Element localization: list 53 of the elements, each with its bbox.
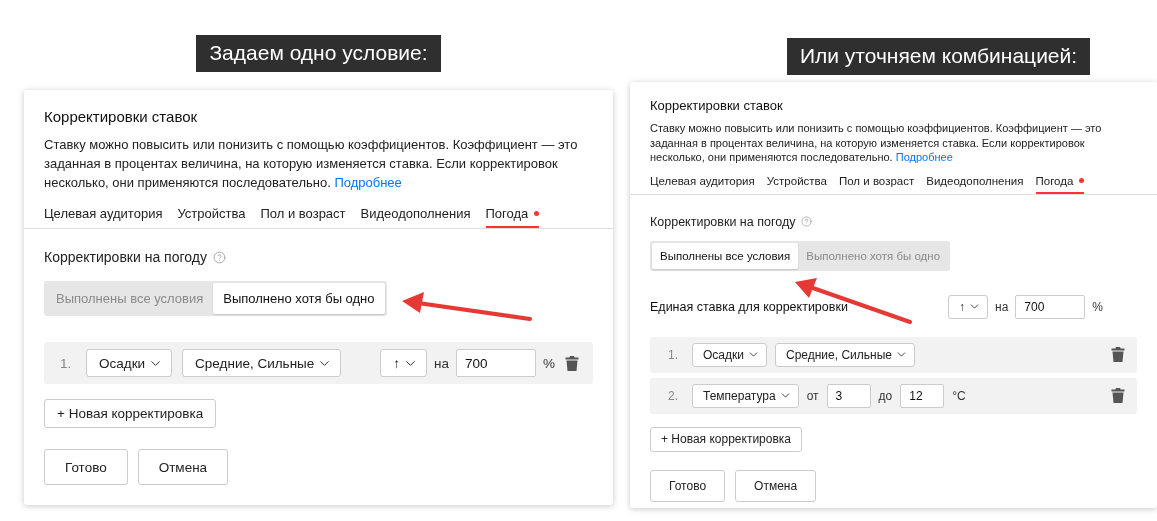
new-adjustment-button[interactable]: + Новая корректировка — [44, 399, 217, 428]
card-title: Корректировки ставок — [650, 98, 784, 113]
more-link[interactable]: Подробнее — [895, 151, 953, 163]
unit-label: % — [543, 355, 555, 371]
condition-select[interactable]: Температура — [692, 383, 799, 408]
rate-preposition: на — [434, 355, 449, 371]
condition-select[interactable]: Средние, Сильные — [182, 349, 342, 377]
tab[interactable]: Устройства — [177, 206, 246, 228]
unit-label: % — [1092, 299, 1103, 314]
direction-select[interactable]: ↑ — [380, 349, 427, 377]
tab[interactable]: Видеодополнения — [360, 206, 471, 228]
done-button[interactable]: Готово — [650, 469, 726, 502]
trash-icon[interactable] — [565, 355, 579, 371]
toggle-option[interactable]: Выполнено хотя бы одно — [213, 283, 385, 314]
more-link[interactable]: Подробнее — [334, 175, 402, 190]
trash-icon[interactable] — [1111, 347, 1125, 362]
row-number: 1. — [60, 355, 73, 371]
cancel-button[interactable]: Отмена — [137, 449, 229, 485]
rate-input[interactable]: 700 — [1015, 294, 1086, 319]
caption-label: Или уточняем комбинацией: — [786, 38, 1091, 75]
trash-icon[interactable] — [1111, 388, 1125, 403]
row-number: 1. — [668, 347, 679, 362]
condition-select[interactable]: Осадки — [86, 349, 173, 377]
to-input[interactable]: 12 — [900, 383, 945, 408]
to-label: до — [878, 388, 893, 403]
description-text: Ставку можно повысить или понизить с помощью коэффициентов. Коэффициент — это заданная в процентах величина, на которую изменяется ставка. Если корректировок несколько, они применяются последовательно. Подробнее — [44, 136, 579, 192]
caption-label: Задаем одно условие: — [196, 35, 441, 72]
new-adjustment-button[interactable]: + Новая корректировка — [650, 426, 802, 452]
unified-rate-label: Единая ставка для корректировки — [650, 299, 848, 314]
tab[interactable]: Пол и возраст — [838, 174, 915, 194]
section-title: Корректировки на погоду — [44, 249, 207, 265]
tab[interactable]: Целевая аудитория — [44, 206, 163, 228]
condition-select[interactable]: Средние, Сильные — [774, 342, 915, 367]
tab[interactable]: Видеодополнения — [926, 174, 1024, 194]
rate-input[interactable]: 700 — [456, 349, 536, 377]
tab[interactable]: Целевая аудитория — [650, 174, 755, 194]
unit-label: °C — [952, 388, 966, 403]
from-label: от — [806, 388, 819, 403]
card-title: Корректировки ставок — [44, 108, 199, 125]
tab[interactable]: Устройства — [766, 174, 827, 194]
toggle-option[interactable]: Выполнены все условия — [652, 242, 799, 269]
direction-select[interactable]: ↑ — [948, 294, 988, 319]
condition-select[interactable]: Осадки — [692, 342, 767, 367]
description-text: Ставку можно повысить или понизить с помощью коэффициентов. Коэффициент — это заданная в процентах величина, на которую изменяется ставка. Если корректировок несколько, они применяются последовательно. Подробнее — [650, 121, 1103, 165]
done-button[interactable]: Готово — [44, 449, 128, 485]
tab[interactable]: Пол и возраст — [260, 206, 346, 228]
row-number: 2. — [668, 388, 679, 403]
from-input[interactable]: 3 — [826, 383, 871, 408]
section-title: Корректировки на погоду — [650, 214, 796, 229]
rate-preposition: на — [995, 299, 1009, 314]
tab[interactable]: Погода — [485, 206, 540, 228]
tab[interactable]: Погода — [1035, 174, 1085, 194]
cancel-button[interactable]: Отмена — [735, 469, 817, 502]
